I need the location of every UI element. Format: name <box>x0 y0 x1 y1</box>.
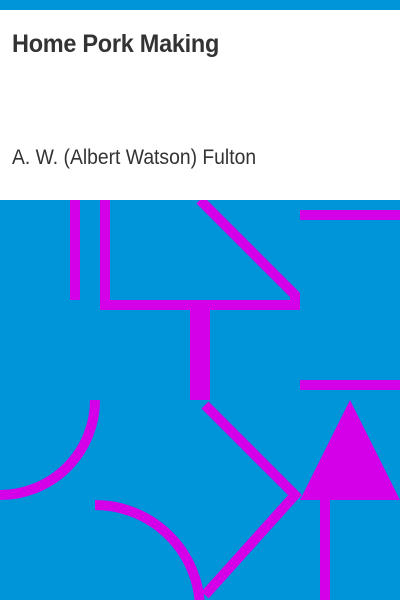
book-author: A. W. (Albert Watson) Fulton <box>12 146 257 169</box>
art-vertical-bar-left <box>70 200 80 300</box>
cover-artwork <box>0 200 400 600</box>
art-center-stem <box>190 310 210 400</box>
art-horizontal-bar-top-right <box>300 210 400 220</box>
art-arrow-shaft <box>320 500 330 600</box>
top-accent-bar <box>0 0 400 10</box>
art-horizontal-bar-mid-right <box>300 380 400 390</box>
book-cover: Home Pork Making A. W. (Albert Watson) F… <box>0 0 400 600</box>
book-title: Home Pork Making <box>12 30 220 58</box>
